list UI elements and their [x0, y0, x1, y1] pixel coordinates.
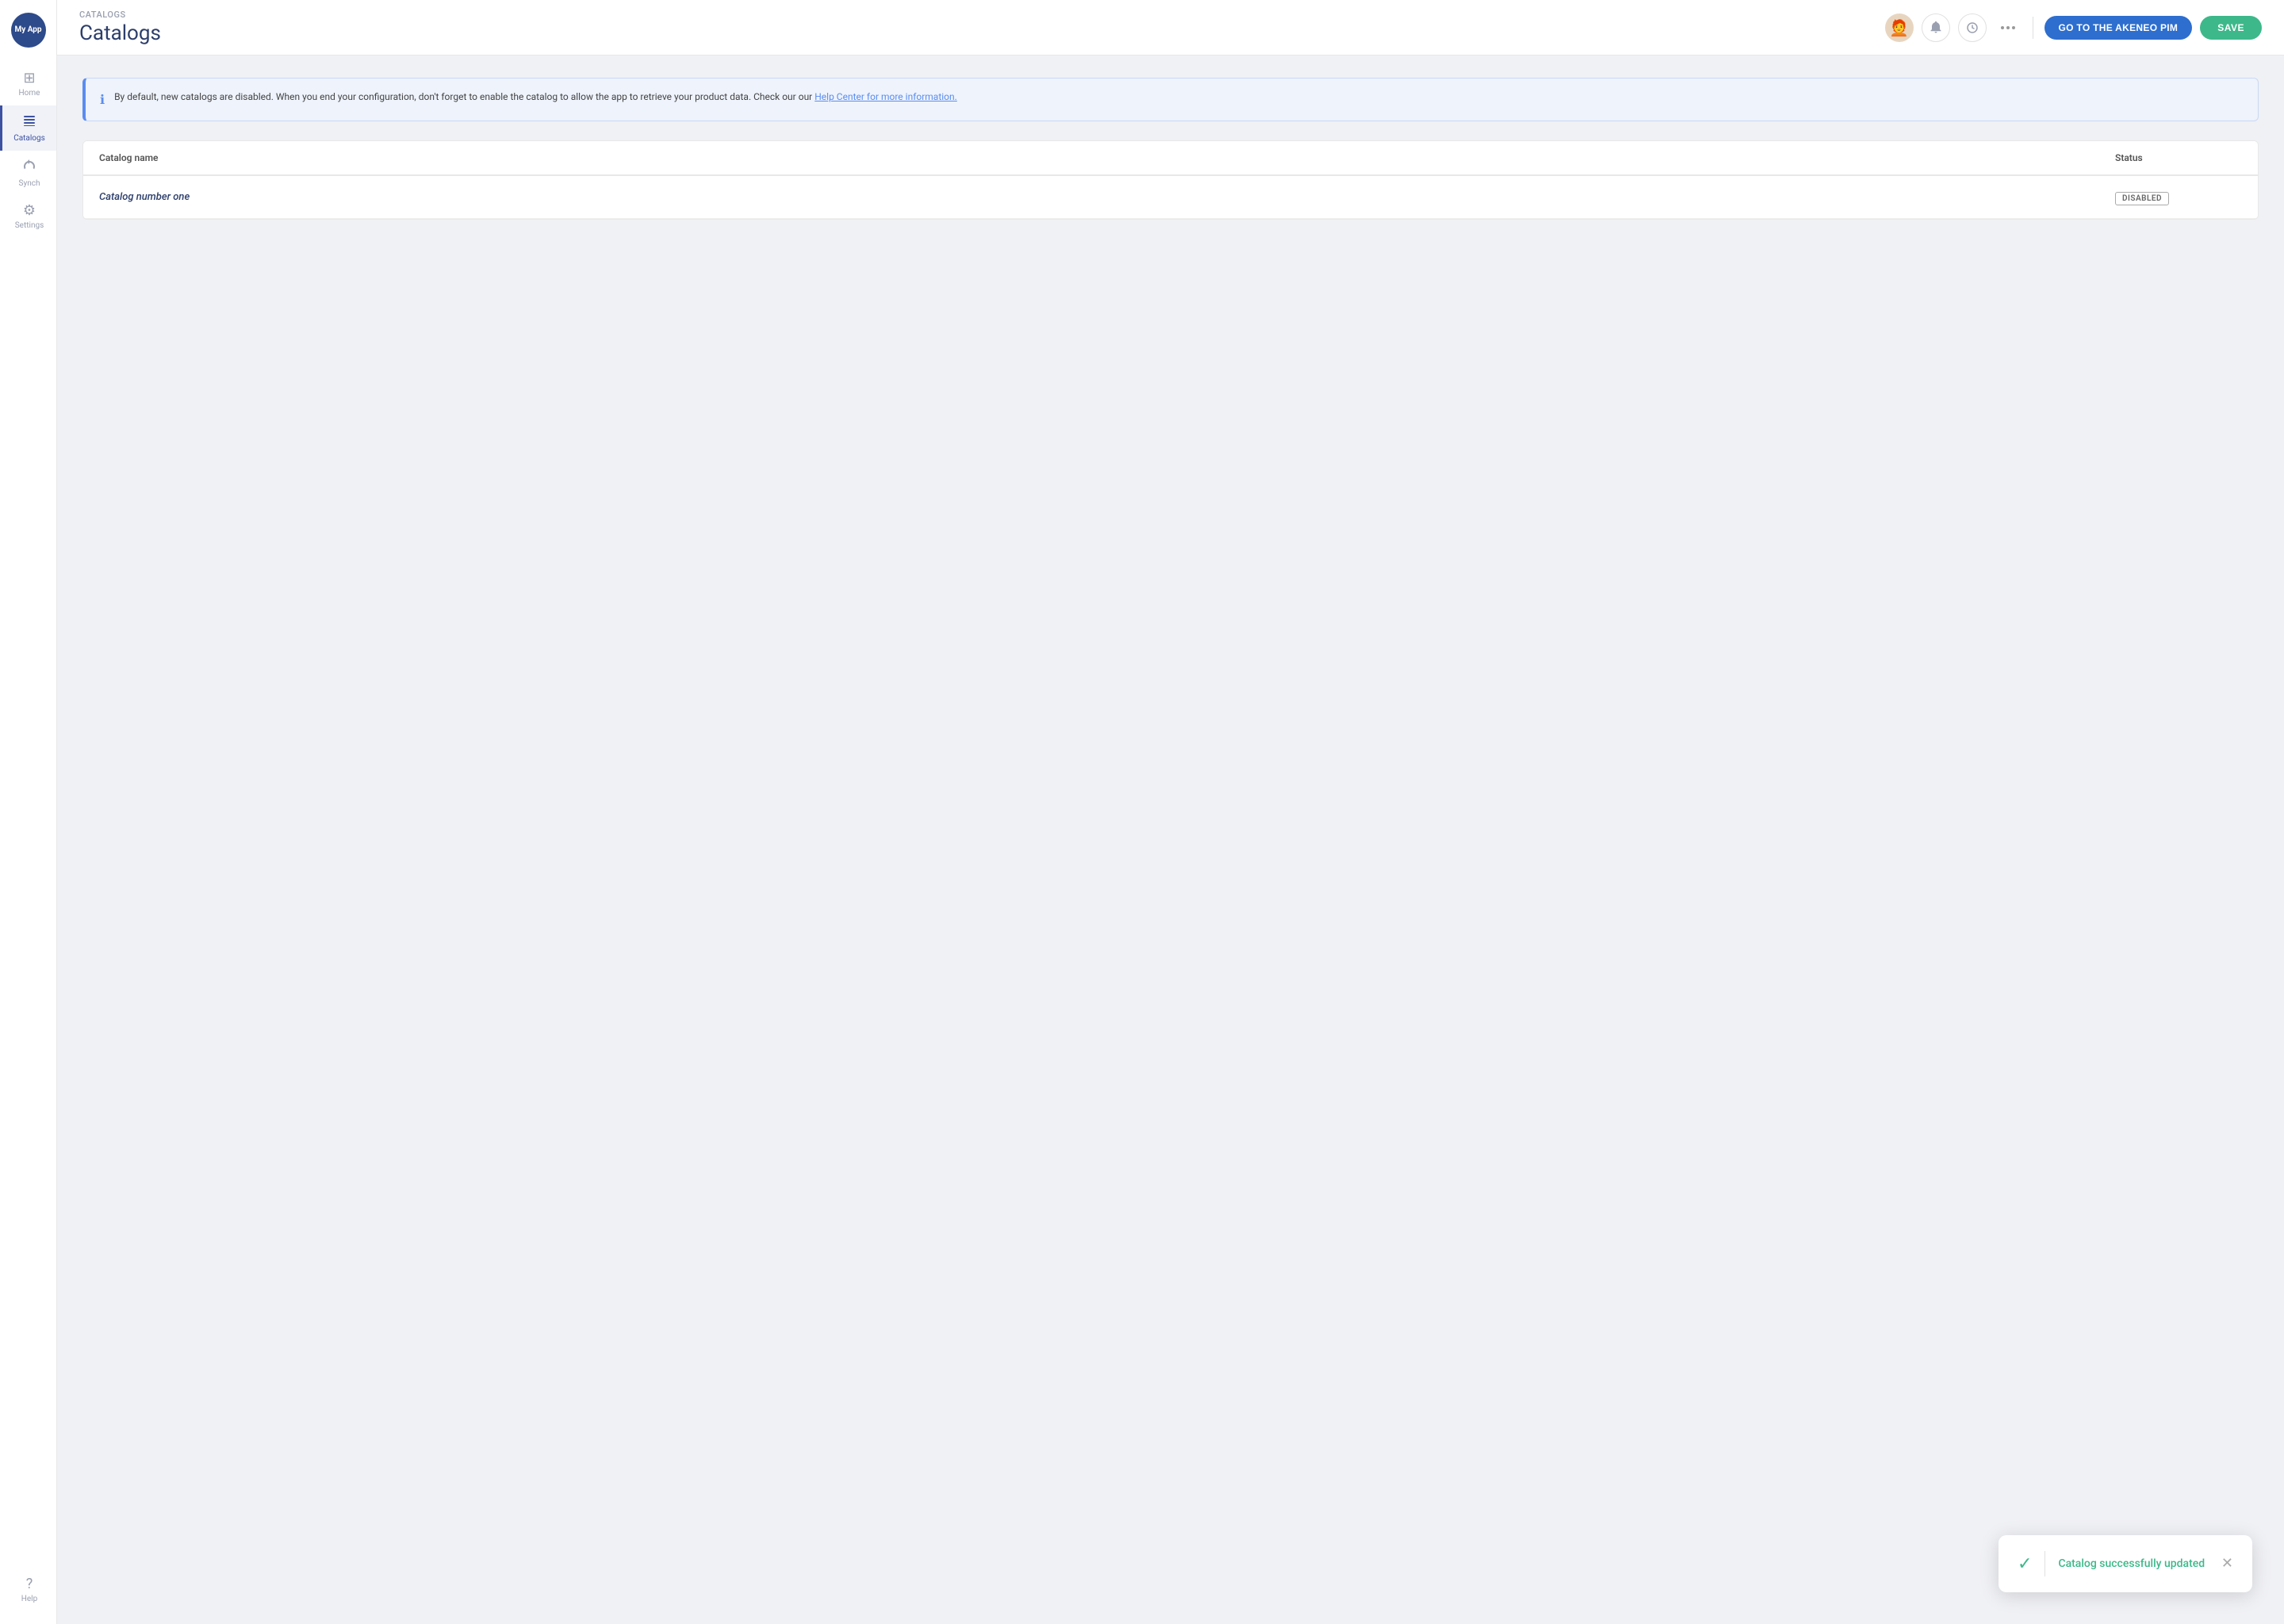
sidebar-item-catalogs-label: Catalogs — [13, 134, 45, 143]
more-options-button[interactable] — [1995, 21, 2021, 34]
synch-icon — [22, 159, 36, 176]
sidebar-item-synch[interactable]: Synch — [0, 151, 56, 196]
notifications-icon[interactable] — [1922, 13, 1950, 42]
toast-close-button[interactable]: ✕ — [2221, 1557, 2233, 1571]
app-logo[interactable]: My App — [11, 13, 46, 48]
sidebar-item-home-label: Home — [19, 89, 40, 98]
catalog-table: Catalog name Status Catalog number one D… — [82, 140, 2259, 220]
bell-icon[interactable] — [1958, 13, 1987, 42]
header-left: CATALOGS Catalogs — [79, 10, 161, 45]
main-area: CATALOGS Catalogs 🧑‍🦰 GO — [57, 0, 2284, 1624]
sidebar-item-settings-label: Settings — [15, 221, 44, 230]
page-content: ℹ By default, new catalogs are disabled.… — [57, 56, 2284, 1624]
sidebar-item-help[interactable]: ? Help — [19, 1569, 37, 1611]
home-icon: ⊞ — [23, 71, 35, 86]
breadcrumb: CATALOGS — [79, 10, 161, 20]
sidebar-item-synch-label: Synch — [19, 179, 40, 188]
toast-notification: ✓ Catalog successfully updated ✕ — [1998, 1535, 2252, 1592]
sidebar-item-settings[interactable]: ⚙ Settings — [0, 196, 56, 238]
catalogs-icon — [22, 113, 36, 131]
sidebar-item-help-label: Help — [21, 1595, 37, 1603]
info-text: By default, new catalogs are disabled. W… — [114, 90, 957, 104]
table-row[interactable]: Catalog number one DISABLED — [83, 176, 2258, 219]
header-right: 🧑‍🦰 GO TO THE AKENEO PIM SAVE — [1885, 13, 2262, 42]
status-badge: DISABLED — [2115, 189, 2242, 205]
column-header-status: Status — [2115, 152, 2242, 163]
sidebar-bottom: ? Help — [19, 1569, 37, 1624]
sidebar-nav: ⊞ Home Catalogs Synch — [0, 63, 56, 1569]
sidebar-item-home[interactable]: ⊞ Home — [0, 63, 56, 105]
catalog-name[interactable]: Catalog number one — [99, 191, 2115, 203]
sidebar-item-catalogs[interactable]: Catalogs — [0, 105, 56, 151]
sidebar: My App ⊞ Home Catalogs — [0, 0, 57, 1624]
table-header: Catalog name Status — [83, 141, 2258, 176]
toast-divider — [2044, 1551, 2045, 1576]
help-center-link[interactable]: Help Center for more information. — [814, 91, 957, 102]
go-to-akeneo-pim-button[interactable]: GO TO THE AKENEO PIM — [2044, 16, 2193, 40]
info-banner: ℹ By default, new catalogs are disabled.… — [82, 78, 2259, 121]
page-header: CATALOGS Catalogs 🧑‍🦰 GO — [57, 0, 2284, 56]
page-title: Catalogs — [79, 21, 161, 45]
help-icon: ? — [26, 1577, 33, 1591]
check-icon: ✓ — [2018, 1554, 2032, 1574]
save-button[interactable]: SAVE — [2200, 16, 2262, 40]
avatar-button[interactable]: 🧑‍🦰 — [1885, 13, 1914, 42]
disabled-badge: DISABLED — [2115, 192, 2169, 205]
column-header-name: Catalog name — [99, 152, 2115, 163]
toast-message: Catalog successfully updated — [2058, 1557, 2208, 1570]
info-icon: ℹ — [100, 90, 105, 109]
settings-icon: ⚙ — [23, 204, 36, 218]
